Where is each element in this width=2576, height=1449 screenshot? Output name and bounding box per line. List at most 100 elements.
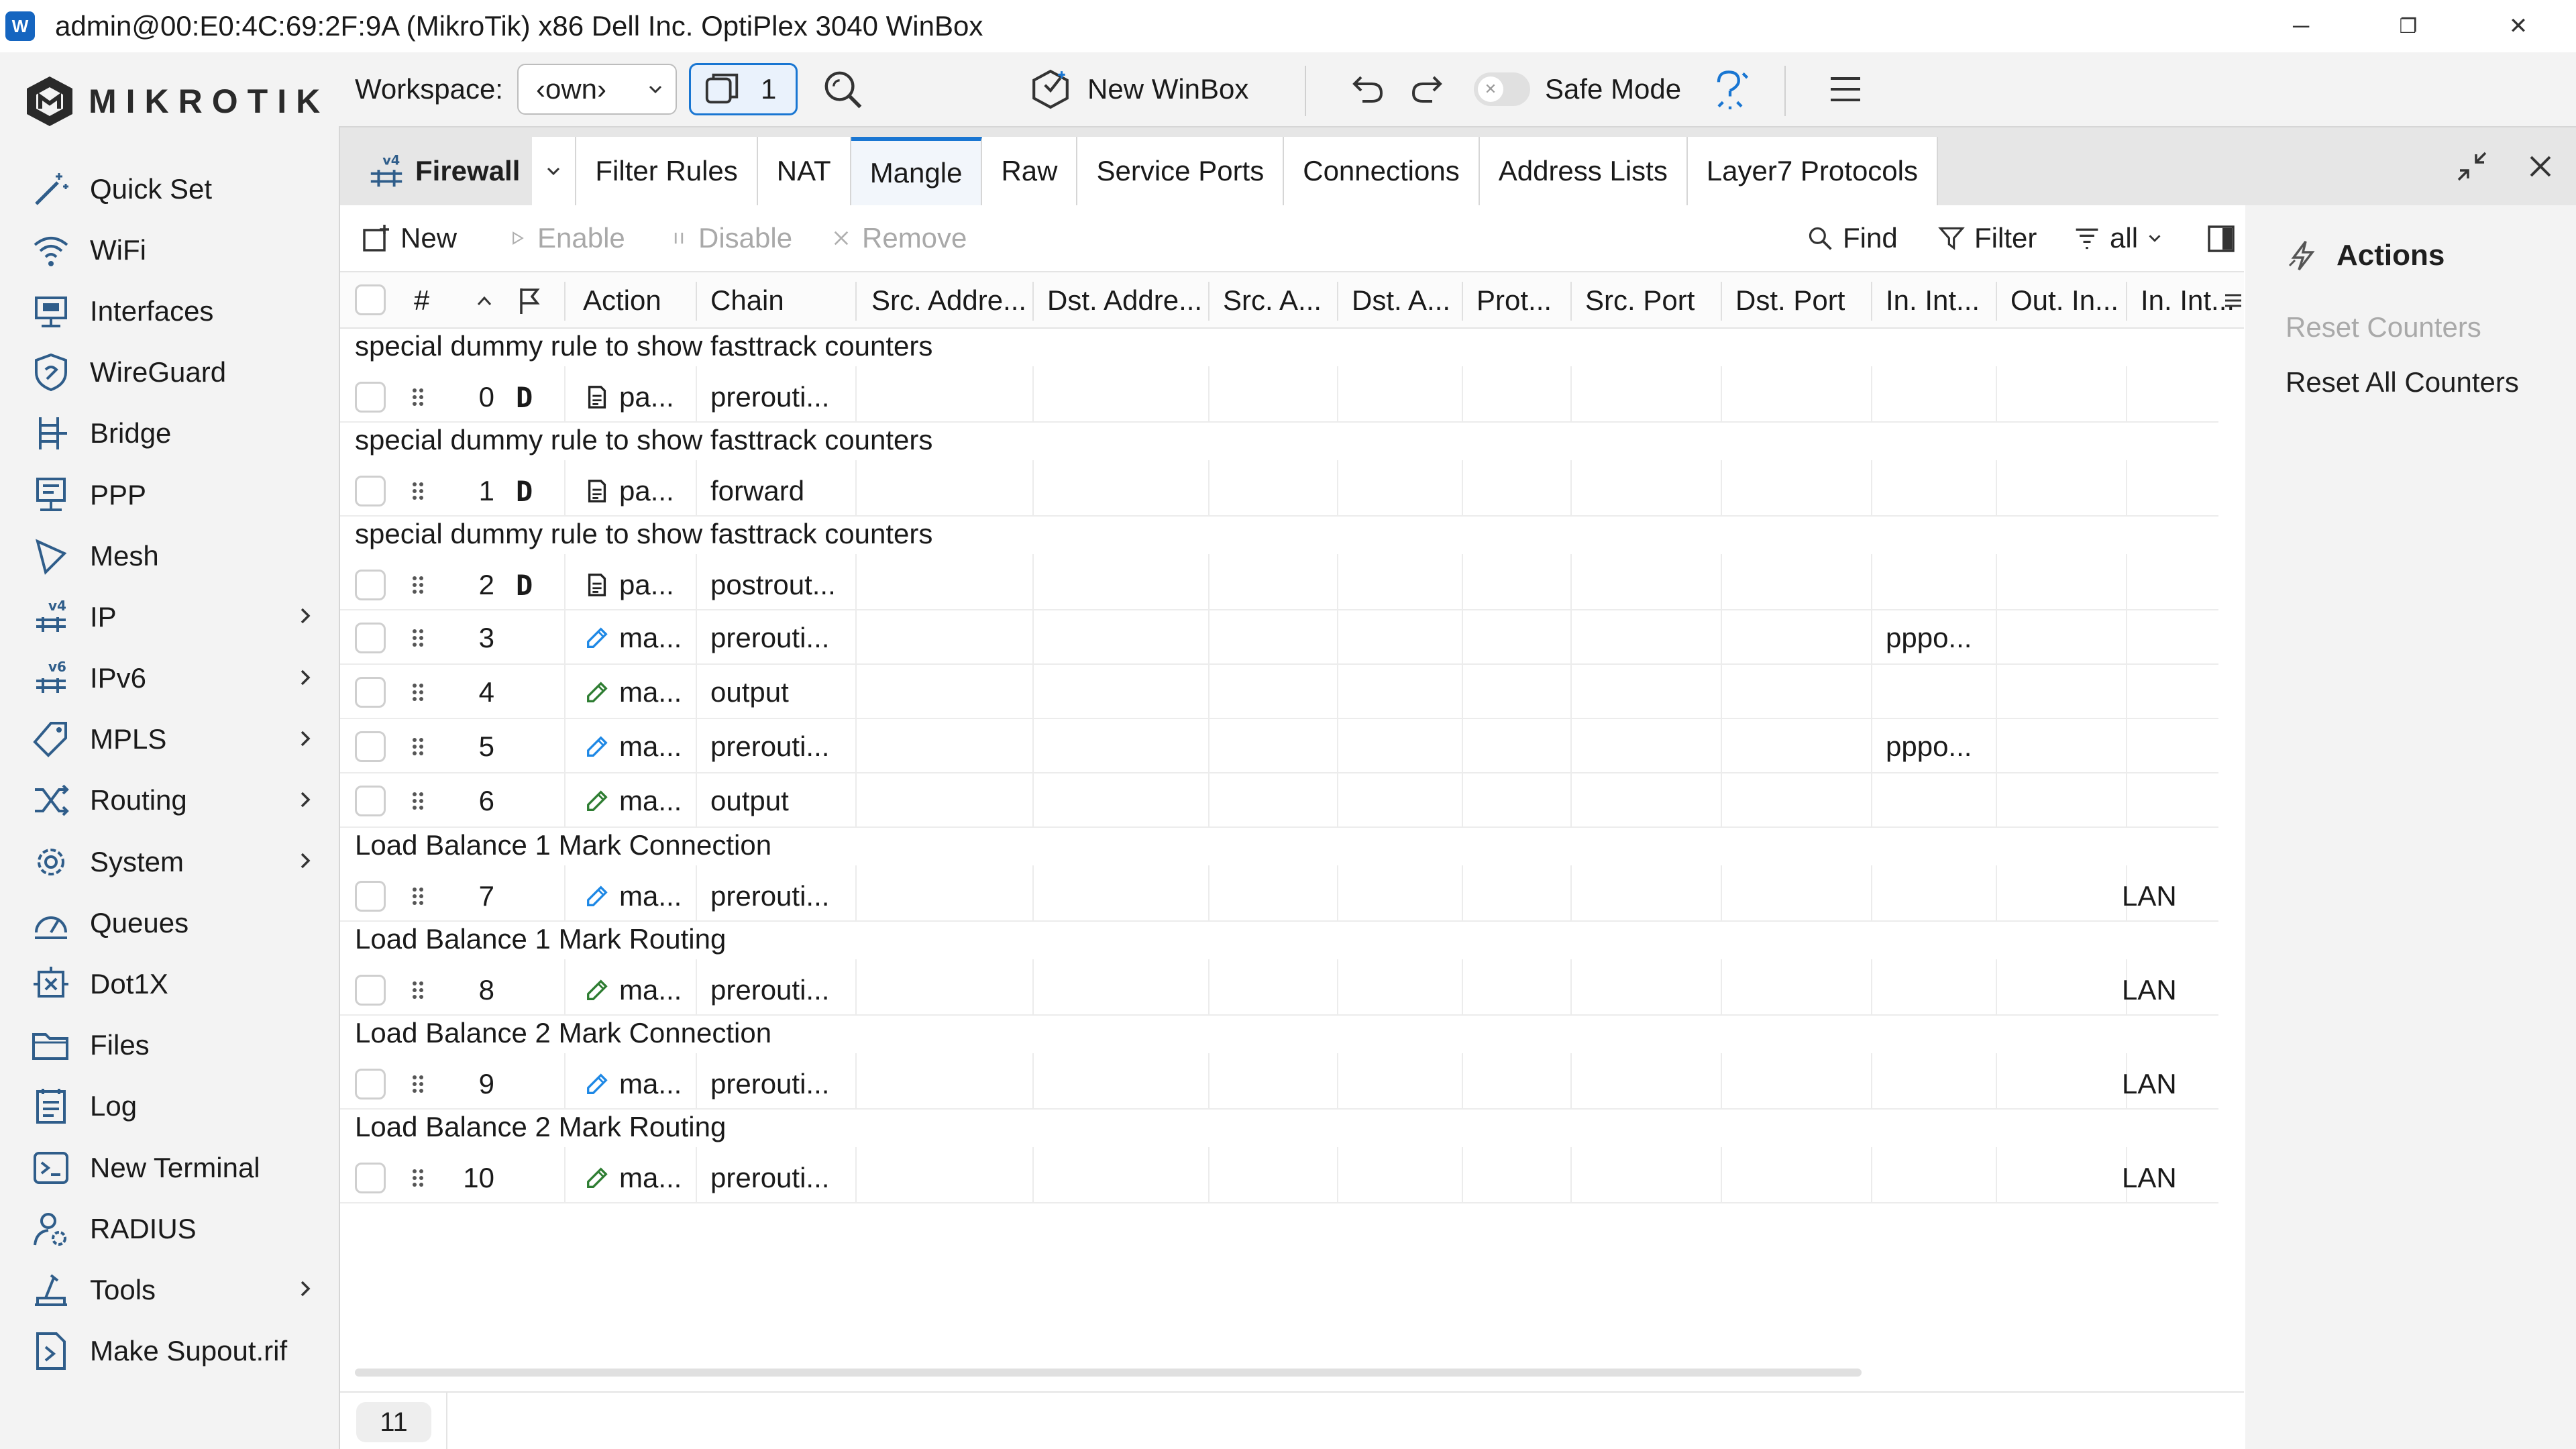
tab-layer7-protocols[interactable]: Layer7 Protocols [1687, 137, 1938, 205]
workspace-select[interactable]: ‹own› [517, 64, 677, 115]
sidebar-item-mesh[interactable]: Mesh [0, 525, 339, 586]
sidebar-item-new-terminal[interactable]: New Terminal [0, 1137, 339, 1198]
column-src-port[interactable]: Src. Port [1585, 272, 1695, 329]
filter-select[interactable]: all [2074, 205, 2174, 271]
sort-ascending-icon[interactable] [473, 290, 496, 313]
row-checkbox[interactable] [355, 382, 386, 413]
drag-handle-icon[interactable] [411, 1073, 425, 1095]
row-checkbox[interactable] [355, 622, 386, 653]
tab-service-ports[interactable]: Service Ports [1077, 137, 1285, 205]
sidebar-item-mpls[interactable]: MPLS [0, 709, 339, 770]
sidebar-item-queues[interactable]: Queues [0, 892, 339, 953]
table-row[interactable]: 6 ma... output [340, 773, 2218, 828]
select-all-checkbox[interactable] [355, 284, 386, 315]
tab-firewall-group[interactable]: v4 Firewall [355, 137, 533, 205]
safe-mode-icon[interactable] [1709, 68, 1752, 111]
column-number[interactable]: # [414, 272, 429, 329]
collapse-icon[interactable] [2453, 148, 2491, 185]
redo-icon[interactable] [1408, 69, 1448, 109]
row-checkbox[interactable] [355, 1069, 386, 1099]
flag-icon[interactable] [516, 286, 543, 315]
sidebar-item-routing[interactable]: Routing [0, 770, 339, 831]
row-checkbox[interactable] [355, 1163, 386, 1193]
maximize-button[interactable]: ❐ [2368, 0, 2449, 52]
safe-mode-toggle[interactable]: ✕ Safe Mode [1474, 72, 1681, 106]
sidebar-item-radius[interactable]: RADIUS [0, 1198, 339, 1259]
sidebar-item-dot1x[interactable]: Dot1X [0, 953, 339, 1014]
drag-handle-icon[interactable] [411, 736, 425, 757]
column-dst-address-list[interactable]: Dst. A... [1352, 272, 1462, 329]
table-row[interactable]: special dummy rule to show fasttrack cou… [340, 423, 2218, 517]
drag-handle-icon[interactable] [411, 574, 425, 596]
sidebar-item-bridge[interactable]: Bridge [0, 403, 339, 464]
drag-handle-icon[interactable] [411, 790, 425, 812]
table-row[interactable]: Load Balance 1 Mark Routing 8 ma... prerout… [340, 922, 2218, 1016]
row-checkbox[interactable] [355, 785, 386, 816]
remove-button[interactable]: Remove [830, 205, 967, 271]
drag-handle-icon[interactable] [411, 480, 425, 502]
drag-handle-icon[interactable] [411, 627, 425, 649]
side-panel-toggle-icon[interactable] [2206, 224, 2236, 254]
horizontal-scrollbar[interactable] [355, 1368, 1862, 1377]
drag-handle-icon[interactable] [411, 979, 425, 1001]
tab-mangle[interactable]: Mangle [851, 137, 983, 205]
enable-button[interactable]: Enable [508, 205, 625, 271]
find-button[interactable]: Find [1807, 205, 1898, 271]
table-row[interactable]: 3 ma... prerouti... pppo... [340, 610, 2218, 665]
close-panel-icon[interactable] [2522, 148, 2559, 185]
sidebar-item-system[interactable]: System [0, 831, 339, 892]
new-button[interactable]: New [362, 205, 457, 271]
disable-button[interactable]: Disable [669, 205, 792, 271]
new-winbox-button[interactable]: New WinBox [1030, 68, 1248, 110]
row-checkbox[interactable] [355, 731, 386, 762]
drag-handle-icon[interactable] [411, 386, 425, 408]
row-checkbox[interactable] [355, 975, 386, 1006]
sidebar-item-files[interactable]: Files [0, 1015, 339, 1076]
tab-address-lists[interactable]: Address Lists [1479, 137, 1688, 205]
tab-group-dropdown[interactable] [532, 137, 577, 205]
window-count-button[interactable]: 1 [689, 63, 798, 115]
column-protocol[interactable]: Prot... [1477, 272, 1570, 329]
column-action[interactable]: Action [583, 272, 661, 329]
table-row[interactable]: 5 ma... prerouti... pppo... [340, 719, 2218, 773]
undo-icon[interactable] [1346, 69, 1387, 109]
sidebar-item-log[interactable]: Log [0, 1076, 339, 1137]
drag-handle-icon[interactable] [411, 682, 425, 703]
sidebar-item-tools[interactable]: Tools [0, 1259, 339, 1320]
row-checkbox[interactable] [355, 476, 386, 506]
row-checkbox[interactable] [355, 570, 386, 600]
close-button[interactable]: ✕ [2478, 0, 2559, 52]
tab-connections[interactable]: Connections [1284, 137, 1480, 205]
sidebar-item-ip[interactable]: v4 IP [0, 586, 339, 647]
row-checkbox[interactable] [355, 676, 386, 708]
column-in-interface-list[interactable]: In. Int... [2141, 272, 2235, 329]
sidebar-item-ppp[interactable]: PPP [0, 464, 339, 525]
drag-handle-icon[interactable] [411, 885, 425, 907]
column-src-address-list[interactable]: Src. A... [1223, 272, 1337, 329]
row-checkbox[interactable] [355, 881, 386, 912]
sidebar-item-make-supout[interactable]: Make Supout.rif [0, 1321, 339, 1382]
sidebar-item-ipv6[interactable]: v6 IPv6 [0, 648, 339, 709]
sidebar-item-wifi[interactable]: WiFi [0, 219, 339, 280]
sidebar-item-interfaces[interactable]: Interfaces [0, 280, 339, 341]
column-in-interface[interactable]: In. Int... [1886, 272, 1996, 329]
search-icon[interactable] [820, 67, 865, 111]
reset-counters-button[interactable]: Reset Counters [2286, 311, 2481, 343]
hamburger-menu-icon[interactable] [1827, 70, 1864, 108]
sidebar-item-quick-set[interactable]: Quick Set [0, 158, 339, 219]
filter-button[interactable]: Filter [1938, 205, 2037, 271]
table-row[interactable]: 4 ma... output [340, 665, 2218, 719]
tab-filter-rules[interactable]: Filter Rules [576, 137, 758, 205]
tab-nat[interactable]: NAT [757, 137, 851, 205]
table-row[interactable]: Load Balance 1 Mark Connection 7 ma... prer… [340, 828, 2218, 922]
tab-raw[interactable]: Raw [982, 137, 1078, 205]
column-menu-icon[interactable] [2224, 291, 2243, 310]
sidebar-item-wireguard[interactable]: WireGuard [0, 342, 339, 403]
column-chain[interactable]: Chain [710, 272, 784, 329]
drag-handle-icon[interactable] [411, 1167, 425, 1189]
table-row[interactable]: Load Balance 2 Mark Routing 10 ma... prerou… [340, 1110, 2218, 1203]
table-row[interactable]: Load Balance 2 Mark Connection 9 ma... prer… [340, 1016, 2218, 1110]
column-src-address[interactable]: Src. Addre... [871, 272, 1032, 329]
reset-all-counters-button[interactable]: Reset All Counters [2286, 366, 2519, 398]
column-out-interface[interactable]: Out. In... [2010, 272, 2126, 329]
